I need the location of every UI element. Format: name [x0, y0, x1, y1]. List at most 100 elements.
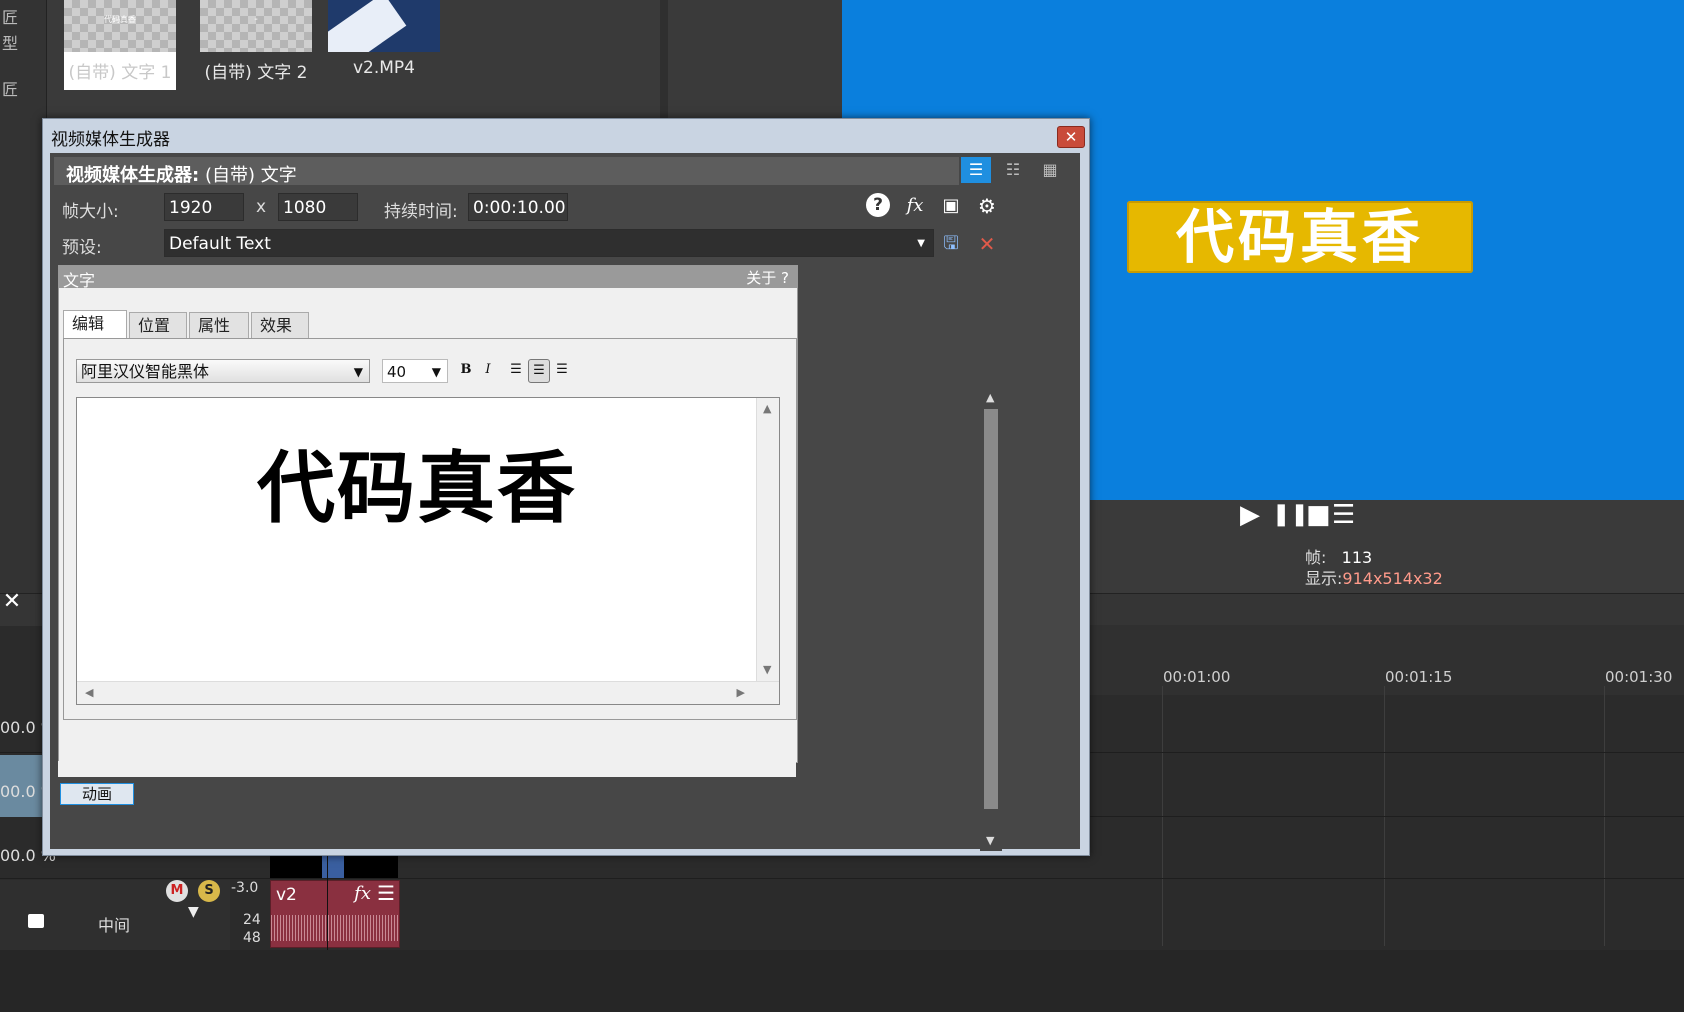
animation-button[interactable]: 动画: [60, 783, 134, 805]
timeline-footer: [0, 950, 1684, 1012]
bold-button[interactable]: B: [456, 359, 476, 381]
scroll-down-icon[interactable]: ▼: [986, 834, 994, 847]
media-thumbnail: 代码真香: [64, 0, 176, 52]
scroll-down-icon[interactable]: ▼: [763, 663, 771, 676]
play-button[interactable]: ▶: [1240, 500, 1260, 530]
audio-clip[interactable]: v2 fx ☰: [270, 880, 400, 948]
dialog-title: 视频媒体生成器: [51, 130, 170, 150]
panel-footer: [58, 761, 796, 777]
dropdown-arrow-icon[interactable]: ▼: [188, 904, 199, 920]
dropdown-arrow-icon: ▼: [431, 365, 441, 379]
help-icon[interactable]: ?: [866, 193, 890, 217]
text-plugin-panel: 文字 关于 ? 编辑 位置 属性 效果 阿里汉仪智能黑体 ▼ 40 ▼ B I …: [58, 265, 798, 763]
ruler-tick-label: 00:01:30: [1605, 668, 1673, 686]
close-icon[interactable]: ✕: [0, 589, 24, 619]
text-panel-title: 文字: [63, 271, 96, 290]
frame-info: 帧: 113 显示:914x514x32: [1305, 547, 1443, 589]
stop-button[interactable]: ■: [1306, 500, 1331, 530]
preview-text-banner: 代码真香: [1127, 201, 1473, 273]
width-field[interactable]: 1920: [164, 193, 244, 221]
preset-label: 预设:: [62, 238, 102, 258]
fx-icon[interactable]: fx: [354, 883, 371, 904]
media-thumbnail: [328, 0, 440, 52]
solo-icon[interactable]: S: [198, 880, 220, 902]
editor-vertical-scrollbar[interactable]: ▲ ▼: [756, 398, 779, 682]
save-icon[interactable]: 🖫: [938, 231, 964, 257]
tab-properties[interactable]: 属性: [189, 312, 249, 338]
strip-label: 匠: [2, 80, 19, 99]
left-strip: 匠 型 匠: [0, 0, 47, 600]
edit-tab-content: 阿里汉仪智能黑体 ▼ 40 ▼ B I ☰ ☰ ☰ 代码真香 ▲ ▼ ◀ ▶: [63, 338, 797, 720]
scroll-right-icon[interactable]: ▶: [737, 686, 745, 699]
text-editor[interactable]: 代码真香 ▲ ▼ ◀ ▶: [76, 397, 780, 705]
mute-icon[interactable]: M: [166, 880, 188, 902]
align-left-icon[interactable]: ☰: [506, 359, 526, 381]
pan-slider-handle[interactable]: [28, 914, 44, 928]
preset-select[interactable]: Default Text ▼: [164, 229, 934, 257]
text-panel-header: 文字 关于 ?: [59, 266, 797, 290]
ruler-tick-label: 00:01:00: [1163, 668, 1231, 686]
pause-button[interactable]: ❚❚: [1272, 502, 1309, 527]
scrollbar-thumb[interactable]: [984, 409, 998, 809]
view-single-icon[interactable]: ☰: [961, 157, 991, 183]
generator-header: 视频媒体生成器: (自带) 文字: [54, 157, 959, 186]
media-item-label: (自带) 文字 2: [204, 63, 308, 83]
dialog-vertical-scrollbar[interactable]: ▲ ▼: [980, 387, 1002, 851]
media-item-label: (自带) 文字 1: [68, 63, 172, 83]
db-readout: -3.0: [231, 880, 259, 896]
pan-label: 中间: [98, 916, 131, 935]
view-list-icon[interactable]: ☷: [998, 157, 1028, 183]
dropdown-arrow-icon: ▼: [353, 365, 363, 379]
meter-label: 24: [243, 912, 261, 928]
window-icon[interactable]: ▣: [938, 193, 964, 219]
scroll-up-icon[interactable]: ▲: [763, 402, 771, 415]
media-thumbnail: -: [200, 0, 312, 52]
about-link[interactable]: 关于 ?: [746, 267, 789, 288]
media-generator-dialog: 视频媒体生成器 ✕ 视频媒体生成器: (自带) 文字 ☰ ☷ ▦ 帧大小: 19…: [42, 118, 1090, 856]
track-divider: [0, 878, 1684, 879]
panel-divider[interactable]: [660, 0, 668, 118]
dialog-body: 视频媒体生成器: (自带) 文字 ☰ ☷ ▦ 帧大小: 1920 x 1080 …: [50, 153, 1080, 851]
ruler-tick-label: 00:01:15: [1385, 668, 1453, 686]
delete-icon[interactable]: ✕: [974, 231, 1000, 257]
font-select[interactable]: 阿里汉仪智能黑体 ▼: [76, 359, 370, 383]
clip-name: v2: [276, 885, 297, 905]
dropdown-arrow-icon: ▼: [917, 238, 925, 249]
tab-edit[interactable]: 编辑: [63, 310, 127, 340]
gear-icon[interactable]: ⚙: [974, 193, 1000, 219]
clip-menu-icon[interactable]: ☰: [377, 881, 395, 905]
frame-label: 帧:: [1305, 548, 1327, 567]
fx-plugin-icon[interactable]: fx: [902, 193, 928, 219]
tab-position[interactable]: 位置: [129, 312, 187, 338]
frame-value: 113: [1341, 548, 1373, 567]
frame-size-label: 帧大小:: [62, 202, 119, 222]
align-right-icon[interactable]: ☰: [552, 359, 572, 381]
audio-waveform: [271, 915, 399, 941]
media-item-text-2[interactable]: - (自带) 文字 2: [200, 0, 312, 90]
meter-label: 48: [243, 930, 261, 946]
duration-label: 持续时间:: [384, 202, 458, 222]
strip-label: 匠: [2, 8, 19, 27]
align-center-icon[interactable]: ☰: [528, 359, 550, 383]
media-item-label: v2.MP4: [352, 58, 415, 78]
x-label: x: [256, 197, 267, 217]
display-label: 显示:: [1305, 569, 1343, 588]
editor-horizontal-scrollbar[interactable]: ◀ ▶: [77, 681, 779, 704]
close-button[interactable]: ✕: [1057, 126, 1085, 148]
media-item-text-1[interactable]: 代码真香 (自带) 文字 1: [64, 0, 176, 90]
font-size-select[interactable]: 40 ▼: [382, 359, 448, 383]
display-value: 914x514x32: [1342, 569, 1443, 588]
media-item-v2[interactable]: v2.MP4: [328, 0, 440, 90]
scroll-up-icon[interactable]: ▲: [986, 391, 994, 404]
editor-content[interactable]: 代码真香: [77, 426, 757, 538]
scroll-left-icon[interactable]: ◀: [85, 686, 93, 699]
audio-track-header: M S ▼ 中间: [0, 880, 230, 950]
tab-effects[interactable]: 效果: [251, 312, 309, 338]
preview-menu-icon[interactable]: ☰: [1332, 500, 1355, 530]
strip-label: 型: [2, 34, 19, 53]
duration-field[interactable]: 0:00:10.00: [468, 193, 568, 221]
height-field[interactable]: 1080: [278, 193, 358, 221]
view-grid-icon[interactable]: ▦: [1035, 157, 1065, 183]
italic-button[interactable]: I: [478, 359, 498, 381]
generator-title: 视频媒体生成器: (自带) 文字: [66, 165, 297, 186]
